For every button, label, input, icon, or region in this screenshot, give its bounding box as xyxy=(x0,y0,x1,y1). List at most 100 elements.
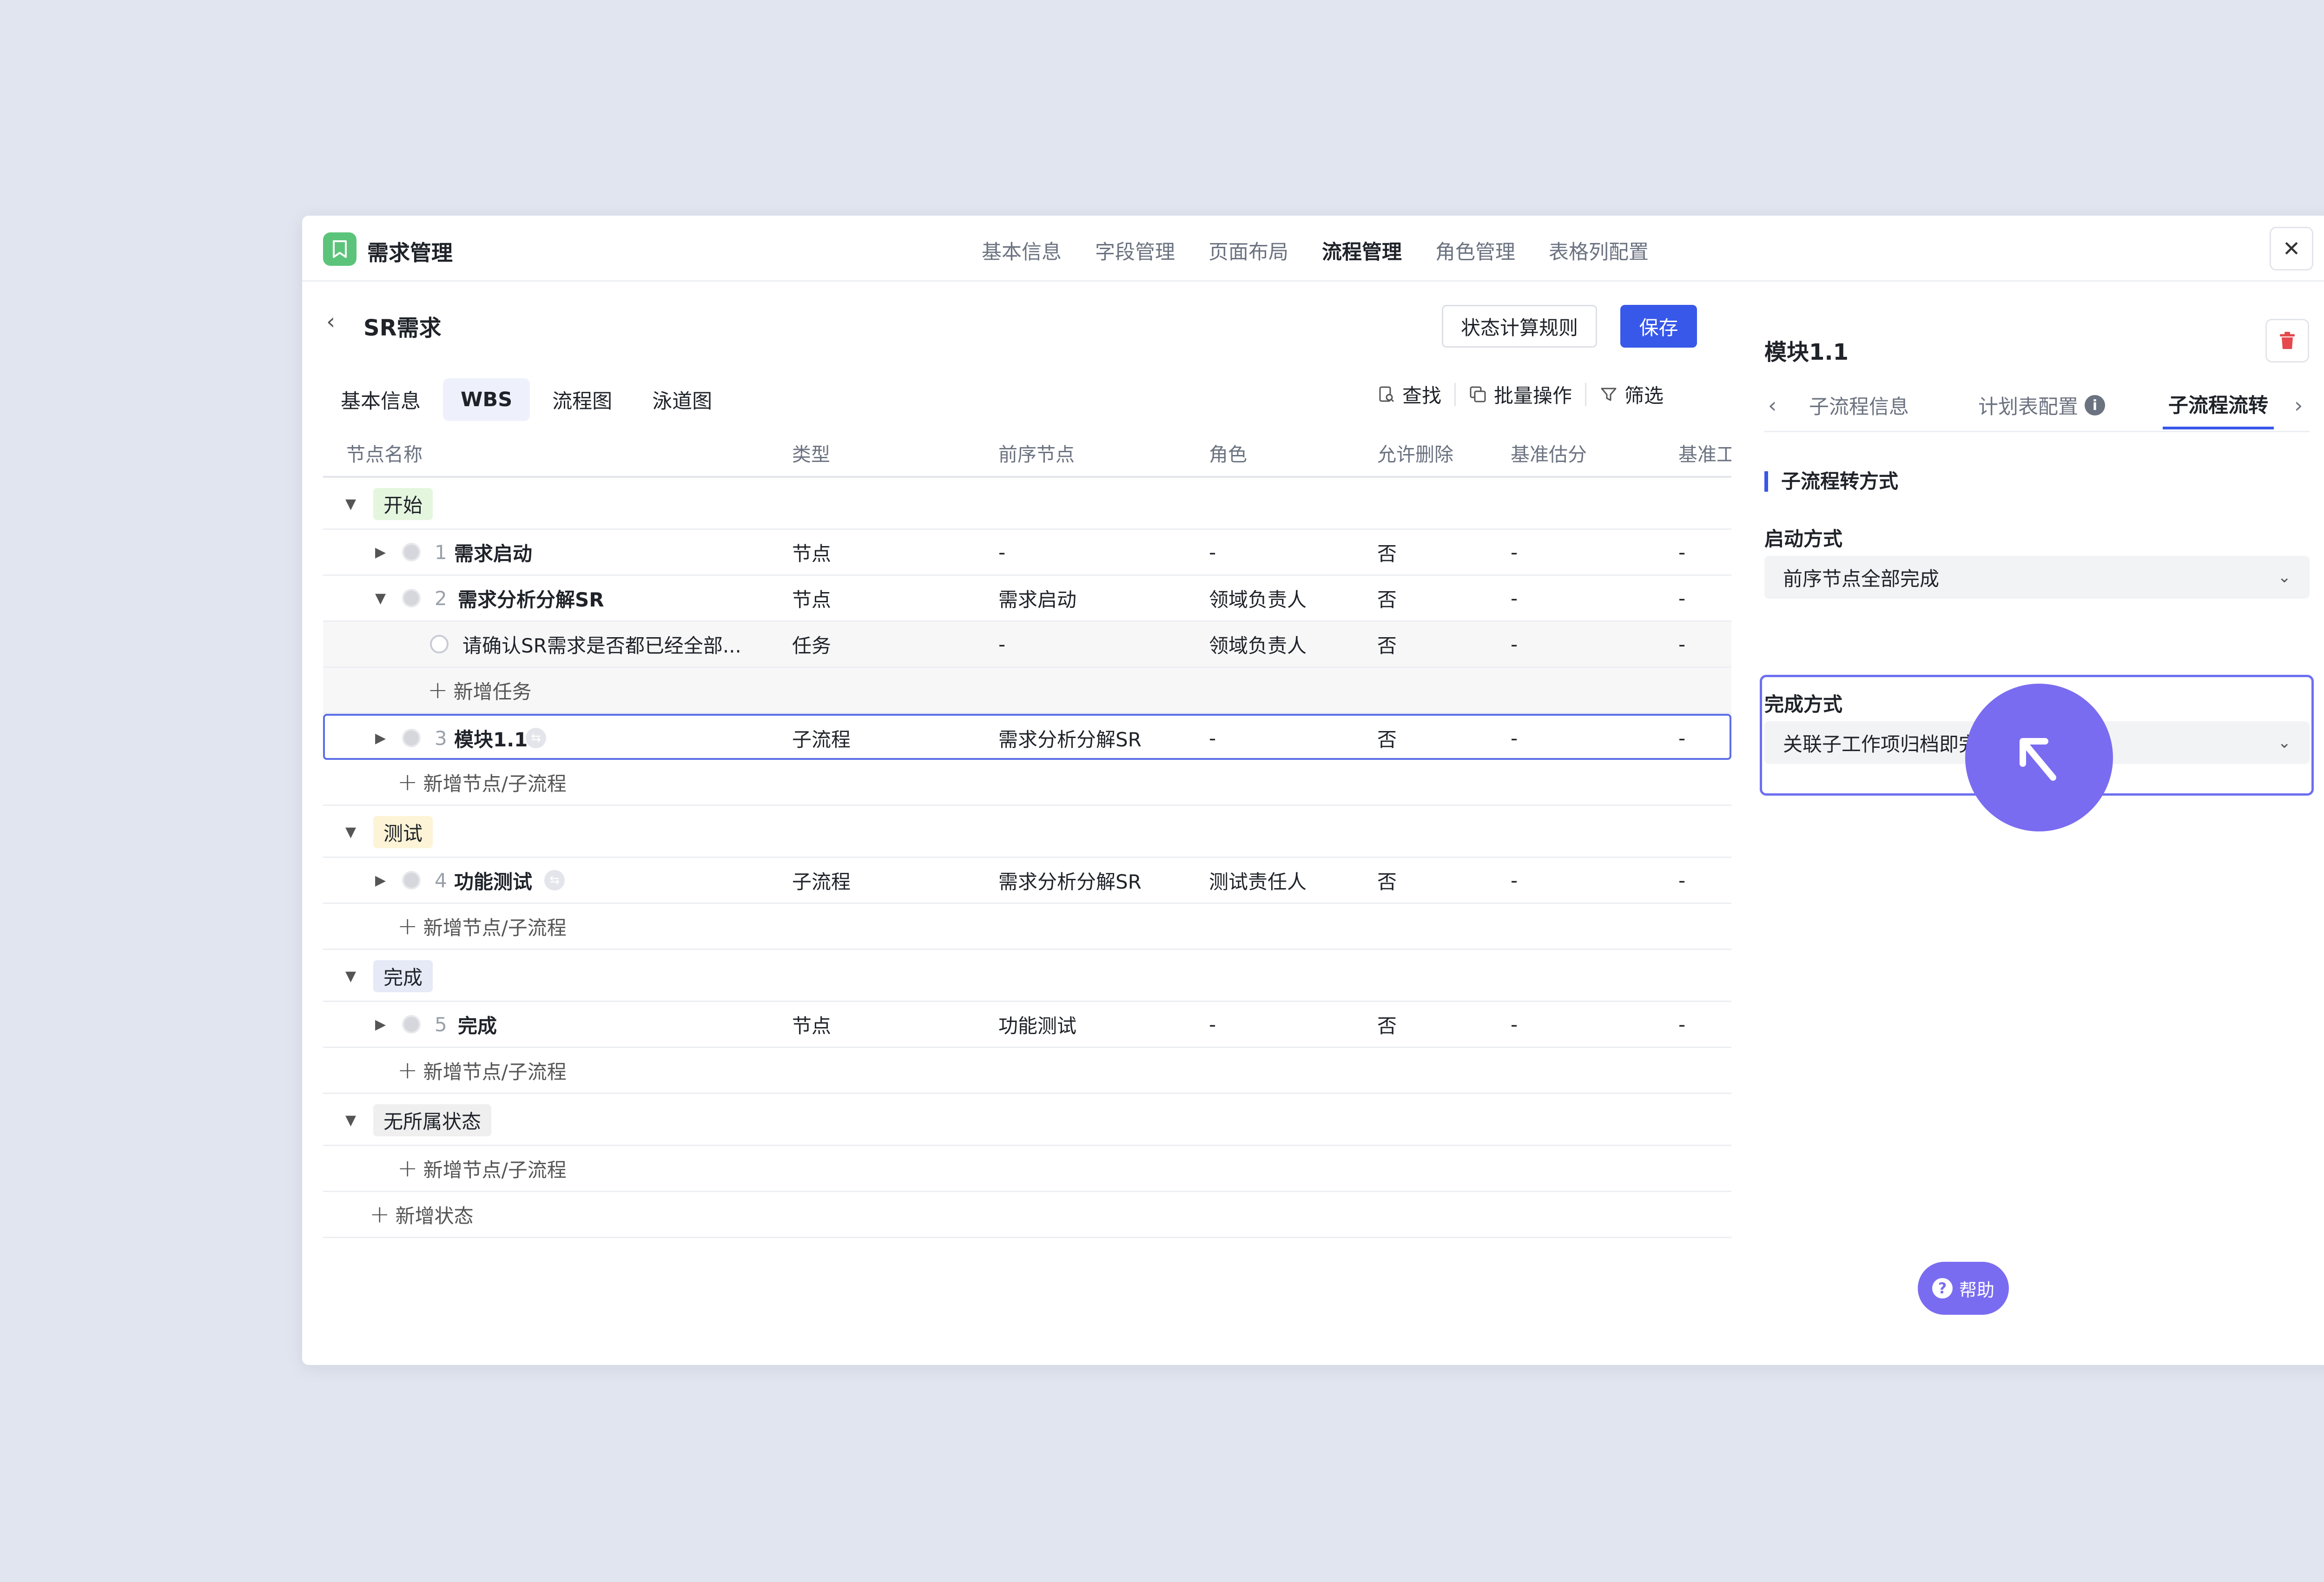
cell-type: 节点 xyxy=(792,1014,832,1037)
col-deletable: 允许删除 xyxy=(1377,443,1453,466)
cell-base: - xyxy=(1678,541,1686,564)
add-state-button[interactable]: + 新增状态 xyxy=(370,1192,474,1237)
page-title: SR需求 xyxy=(363,315,442,341)
group-label: 开始 xyxy=(373,488,433,520)
group-row[interactable]: ▼ 开始 xyxy=(323,478,1731,530)
close-button[interactable]: ✕ xyxy=(2270,227,2313,270)
status-dot xyxy=(402,1002,421,1047)
nav-role-management[interactable]: 角色管理 xyxy=(1435,236,1515,265)
cell-type: 子流程 xyxy=(792,870,851,893)
status-dot xyxy=(402,716,421,760)
cell-type: 节点 xyxy=(792,542,832,565)
plus-icon: + xyxy=(397,1056,418,1084)
status-dot xyxy=(402,530,421,574)
tabs-next-icon[interactable]: › xyxy=(2294,381,2303,429)
group-row[interactable]: ▼ 完成 xyxy=(323,950,1731,1002)
cell-deletable: 否 xyxy=(1377,1014,1397,1037)
collapse-icon[interactable]: ▼ xyxy=(375,576,386,620)
info-icon: i xyxy=(2085,395,2105,415)
status-dot xyxy=(402,576,421,620)
cell-prev: - xyxy=(998,633,1006,656)
start-mode-select[interactable]: 前序节点全部完成 ⌄ xyxy=(1764,556,2310,599)
tabs-prev-icon[interactable]: ‹ xyxy=(1768,381,1776,429)
group-row[interactable]: ▼ 测试 xyxy=(323,806,1731,858)
table-row-selected[interactable]: ▶ 3 模块1.1 ⇆ 子流程 需求分析分解SR - 否 - - xyxy=(323,714,1731,760)
add-node-label: 新增节点/子流程 xyxy=(423,916,567,939)
save-button[interactable]: 保存 xyxy=(1620,305,1697,348)
cell-prev: - xyxy=(998,541,1006,564)
tab-wbs[interactable]: WBS xyxy=(443,378,530,421)
add-task-row[interactable]: + 新增任务 xyxy=(323,668,1731,714)
nav-process-management[interactable]: 流程管理 xyxy=(1322,236,1402,265)
tab-flowchart[interactable]: 流程图 xyxy=(535,378,630,421)
expand-icon[interactable]: ▶ xyxy=(375,1002,386,1047)
add-node-button[interactable]: + 新增节点/子流程 xyxy=(397,760,567,804)
table-header: 节点名称 类型 前序节点 角色 允许删除 基准估分 基准工 xyxy=(323,429,1731,478)
cell-base: - xyxy=(1678,587,1686,610)
copy-icon xyxy=(1470,386,1486,402)
plus-icon: + xyxy=(397,912,418,940)
add-node-row[interactable]: + 新增节点/子流程 xyxy=(323,1146,1731,1192)
expand-icon[interactable]: ▶ xyxy=(375,858,386,903)
tab-basic-info[interactable]: 基本信息 xyxy=(323,378,438,421)
nav-field-management[interactable]: 字段管理 xyxy=(1095,236,1175,265)
table-row[interactable]: ▼ 2 需求分析分解SR 节点 需求启动 领域负责人 否 - - xyxy=(323,576,1731,622)
cursor-indicator xyxy=(1965,684,2113,831)
add-node-row[interactable]: + 新增节点/子流程 xyxy=(323,760,1731,806)
expand-icon[interactable]: ▶ xyxy=(375,530,386,574)
cell-deletable: 否 xyxy=(1377,728,1397,751)
batch-button[interactable]: 批量操作 xyxy=(1456,380,1585,409)
nav-table-columns[interactable]: 表格列配置 xyxy=(1549,236,1649,265)
add-node-button[interactable]: + 新增节点/子流程 xyxy=(397,1146,567,1191)
delete-button[interactable] xyxy=(2265,319,2309,363)
trash-icon xyxy=(2280,332,2295,349)
cell-base: - xyxy=(1678,1013,1686,1036)
chevron-down-icon: ⌄ xyxy=(2278,568,2291,587)
expand-icon[interactable]: ▶ xyxy=(375,716,386,760)
node-name: 功能测试 xyxy=(454,870,533,893)
nav-basic-info[interactable]: 基本信息 xyxy=(982,236,1062,265)
find-button[interactable]: 查找 xyxy=(1364,380,1454,409)
task-row[interactable]: 请确认SR需求是否都已经全部... 任务 - 领域负责人 否 - - xyxy=(323,622,1731,668)
cell-estimate: - xyxy=(1511,587,1518,610)
batch-label: 批量操作 xyxy=(1494,384,1572,407)
row-number: 1 xyxy=(435,541,447,564)
tab-plan-config[interactable]: 计划表配置 i xyxy=(1978,381,2105,429)
sub-tabs: 基本信息 WBS 流程图 泳道图 xyxy=(323,378,730,421)
group-chip: 无所属状态 xyxy=(373,1094,492,1146)
cell-base: - xyxy=(1678,726,1686,750)
col-prev: 前序节点 xyxy=(998,443,1075,466)
filter-label: 筛选 xyxy=(1624,384,1664,407)
add-node-button[interactable]: + 新增节点/子流程 xyxy=(397,904,567,949)
table-row[interactable]: ▶ 4 功能测试 ⇆ 子流程 需求分析分解SR 测试责任人 否 - - xyxy=(323,858,1731,904)
add-node-row[interactable]: + 新增节点/子流程 xyxy=(323,904,1731,950)
panel-title: 模块1.1 xyxy=(1764,339,1849,365)
table-row[interactable]: ▶ 1 需求启动 节点 - - 否 - - xyxy=(323,530,1731,576)
plus-icon: + xyxy=(370,1200,390,1228)
group-row[interactable]: ▼ 无所属状态 xyxy=(323,1094,1731,1146)
status-rule-button[interactable]: 状态计算规则 xyxy=(1442,305,1597,348)
node-name: 需求分析分解SR xyxy=(458,588,604,611)
tab-subprocess-flow[interactable]: 子流程流转 xyxy=(2163,381,2274,429)
add-node-button[interactable]: + 新增节点/子流程 xyxy=(397,1048,567,1093)
collapse-icon[interactable]: ▼ xyxy=(345,478,356,530)
add-state-row[interactable]: + 新增状态 xyxy=(323,1192,1731,1238)
add-task-button[interactable]: + 新增任务 xyxy=(428,668,532,712)
tab-subprocess-info[interactable]: 子流程信息 xyxy=(1809,381,1909,429)
find-icon xyxy=(1379,386,1394,402)
chevron-down-icon: ⌄ xyxy=(2278,733,2291,752)
table-row[interactable]: ▶ 5 完成 节点 功能测试 - 否 - - xyxy=(323,1002,1731,1048)
tab-swimlane[interactable]: 泳道图 xyxy=(634,378,730,421)
collapse-icon[interactable]: ▼ xyxy=(345,806,356,858)
nav-page-layout[interactable]: 页面布局 xyxy=(1208,236,1288,265)
collapse-icon[interactable]: ▼ xyxy=(345,1094,356,1146)
top-nav: 基本信息 字段管理 页面布局 流程管理 角色管理 表格列配置 xyxy=(982,236,1649,265)
cell-type: 节点 xyxy=(792,588,832,611)
question-icon: ? xyxy=(1932,1278,1953,1299)
add-node-row[interactable]: + 新增节点/子流程 xyxy=(323,1048,1731,1094)
filter-button[interactable]: 筛选 xyxy=(1586,380,1677,409)
help-button[interactable]: ? 帮助 xyxy=(1918,1262,2009,1315)
back-icon[interactable]: ‹ xyxy=(326,309,335,335)
row-number: 3 xyxy=(435,726,447,750)
collapse-icon[interactable]: ▼ xyxy=(345,950,356,1002)
